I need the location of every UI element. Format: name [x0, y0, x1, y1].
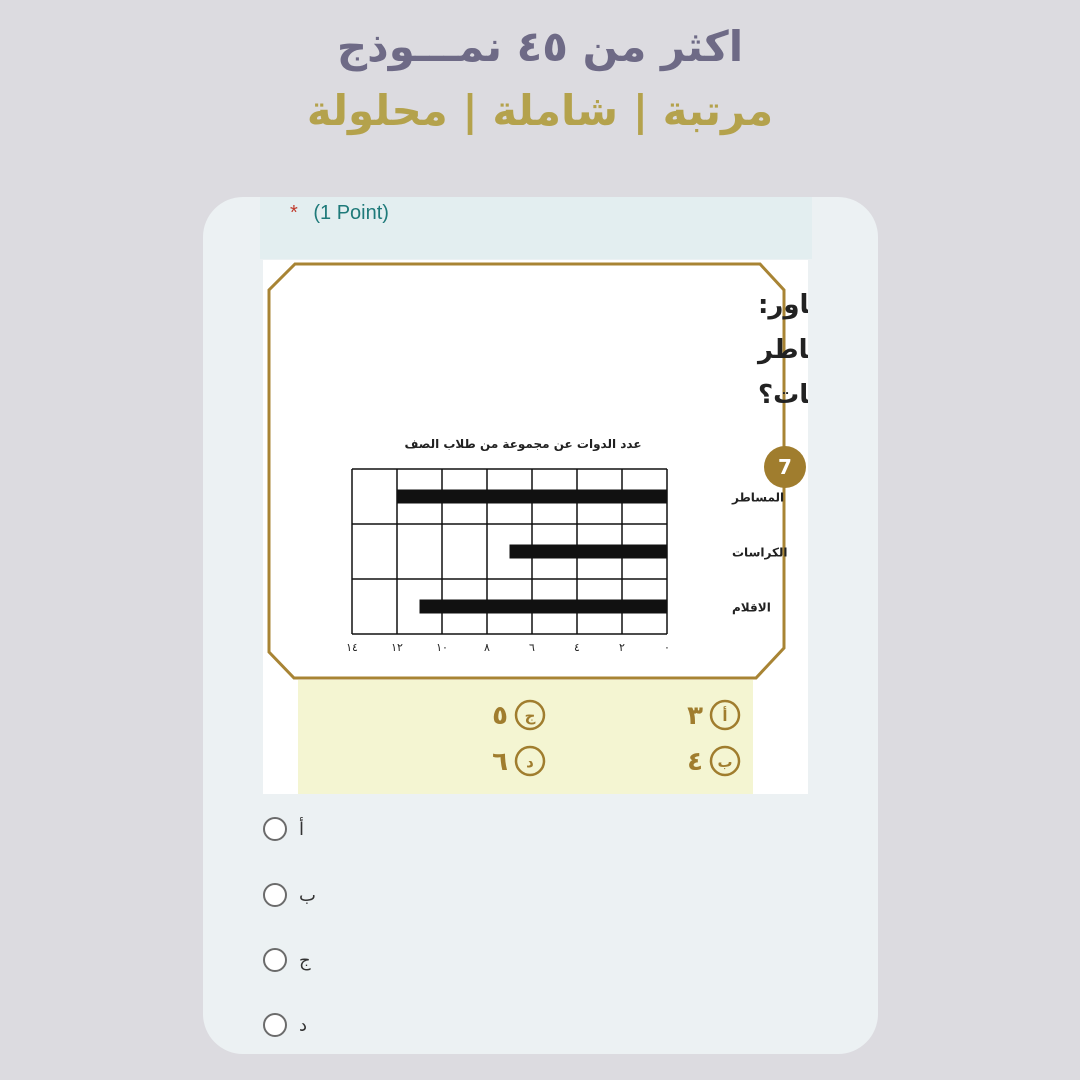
tick-label: ٢ — [619, 641, 625, 654]
choice-value: ٤ — [687, 747, 703, 777]
required-star: * — [290, 202, 298, 224]
tick-label: ٦ — [529, 641, 535, 654]
question-number: 7 — [778, 455, 792, 479]
question-figure: في المخطط المجاور: ما الفرق بين عدد المس… — [267, 262, 878, 794]
question-text-line2: ما الفرق بين عدد المساطر — [756, 335, 808, 365]
question-text-line1: في المخطط المجاور: — [758, 290, 808, 320]
tick-label: ٨ — [484, 641, 490, 654]
choice-value: ٣ — [687, 701, 703, 731]
category-label: الكراسات — [732, 546, 788, 560]
category-label: المساطر — [731, 491, 784, 505]
points-label: * (1 Point) — [290, 202, 389, 225]
question-image: في المخطط المجاور: ما الفرق بين عدد المس… — [263, 260, 878, 794]
bar — [509, 544, 667, 559]
answer-label: ج — [299, 949, 311, 971]
choice-value: ٦ — [492, 747, 508, 777]
answer-option-d[interactable]: د — [263, 1013, 307, 1037]
choice-value: ٥ — [492, 701, 508, 731]
radio-button[interactable] — [263, 883, 287, 907]
points-text: (1 Point) — [313, 202, 389, 224]
points-header: * (1 Point) — [260, 197, 812, 259]
promo-line2: مرتبة | شاملة | محلولة — [306, 86, 774, 135]
choice-letter: ب — [717, 753, 732, 771]
question-frame — [267, 262, 786, 680]
radio-button[interactable] — [263, 817, 287, 841]
chart-title: عدد الدوات عن مجموعة من طلاب الصف — [404, 437, 641, 452]
promo-line1: اكثر من ٤٥ نمـــوذج — [336, 22, 744, 71]
category-label: الاقلام — [732, 601, 771, 616]
answer-label: ب — [299, 884, 316, 906]
answer-option-c[interactable]: ج — [263, 948, 311, 972]
tick-label: ٠ — [664, 641, 670, 654]
bar — [419, 599, 667, 614]
answer-label: أ — [299, 818, 305, 840]
tick-label: ١٢ — [391, 641, 403, 654]
answer-label: د — [299, 1014, 308, 1036]
answer-option-a[interactable]: أ — [263, 817, 304, 841]
answer-option-b[interactable]: ب — [263, 883, 316, 907]
choice-letter: أ — [722, 706, 727, 725]
bar — [397, 489, 667, 504]
tick-label: ٤ — [574, 641, 580, 654]
tick-label: ١٤ — [346, 641, 358, 654]
question-text-line3: والكراسات؟ — [758, 380, 808, 410]
choice-letter: د — [526, 753, 534, 771]
question-card: * (1 Point) في المخطط المجاور: ما الفرق … — [203, 197, 878, 1054]
choices-panel — [298, 680, 753, 794]
radio-button[interactable] — [263, 948, 287, 972]
choice-letter: ج — [525, 707, 536, 725]
tick-label: ١٠ — [436, 641, 448, 654]
radio-button[interactable] — [263, 1013, 287, 1037]
